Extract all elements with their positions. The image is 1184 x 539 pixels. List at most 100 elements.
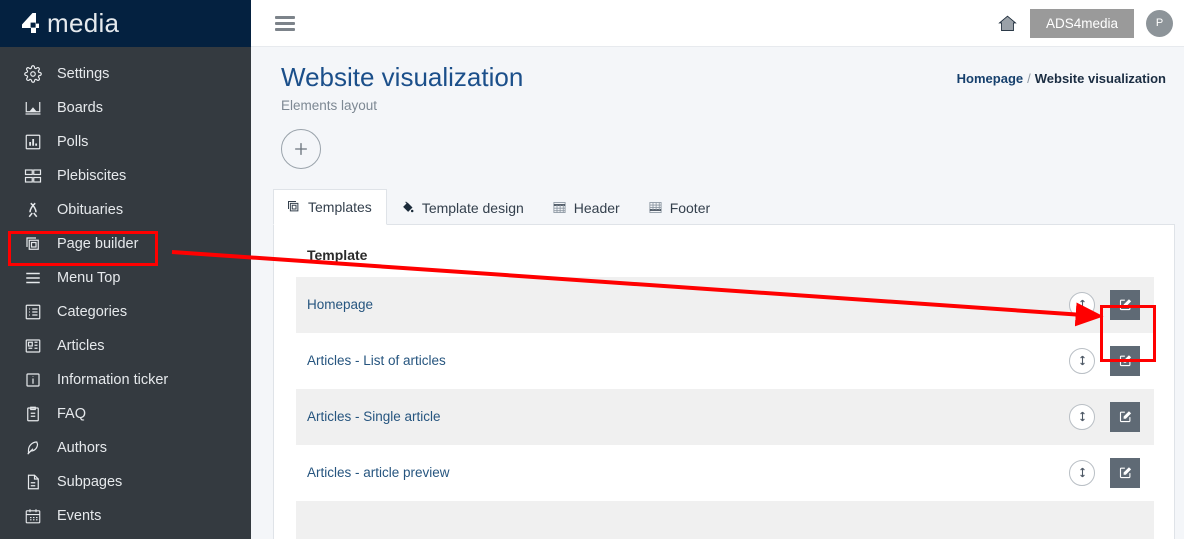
sidebar-item-events[interactable]: Events [0,499,251,533]
feather-icon [22,437,44,459]
sidebar-item-label: FAQ [57,405,87,422]
sidebar-item-label: Boards [57,99,103,116]
tab-label: Header [573,199,620,216]
newspaper-icon [22,335,44,357]
sidebar-item-page-builder[interactable]: Page builder [0,227,251,261]
tab-label: Template design [421,199,524,216]
move-vertical-icon[interactable] [1069,347,1095,374]
ribbon-icon [22,199,44,221]
move-vertical-icon[interactable] [1069,459,1095,486]
footer-grid-icon [648,200,663,215]
sidebar-item-subpages[interactable]: Subpages [0,465,251,499]
main-content: ADS4media P Website visualization Elemen… [251,0,1184,539]
breadcrumb-current: Website visualization [1034,71,1166,86]
file-text-icon [22,471,44,493]
brand-name: media [47,8,120,38]
template-name[interactable]: Articles - List of articles [307,353,446,368]
template-name[interactable]: Articles - Single article [307,409,441,424]
row-actions [1069,289,1148,320]
board-icon [22,97,44,119]
info-square-icon [22,369,44,391]
sidebar-item-label: Obituaries [57,201,124,218]
move-vertical-icon[interactable] [1069,291,1095,318]
row-actions [1069,345,1148,376]
gear-icon [22,63,44,85]
page-subtitle: Elements layout [281,97,378,113]
sidebar-item-articles[interactable]: Articles [0,329,251,363]
sidebar-item-label: Articles [57,337,105,354]
sidebar-item-plebiscites[interactable]: Plebiscites [0,159,251,193]
layout-rows-icon [22,165,44,187]
tab-templates[interactable]: Templates [273,188,387,225]
edit-pencil-icon[interactable] [1110,457,1140,488]
app-root: media Settings Boards Polls Plebiscites … [0,0,1184,539]
templates-icon [286,199,301,214]
table-row[interactable]: Articles - List of articles [296,332,1154,389]
page-title-block: Website visualization Elements layout [281,61,523,113]
breadcrumb-home-link[interactable]: Homepage [957,71,1023,86]
table-column-header: Template [307,246,368,263]
tab-footer[interactable]: Footer [635,190,725,225]
home-icon[interactable] [997,13,1018,34]
organization-button[interactable]: ADS4media [1029,8,1134,38]
sidebar-item-label: Categories [57,303,128,320]
content-right-gutter [1176,47,1184,539]
move-vertical-icon[interactable] [1069,403,1095,430]
clipboard-icon [22,403,44,425]
page-title: Website visualization [281,62,524,92]
table-row[interactable]: Articles - Single article [296,388,1154,445]
add-button-wrap [251,113,1184,169]
template-name[interactable]: Homepage [307,297,373,312]
edit-pencil-icon[interactable] [1110,289,1140,320]
row-actions [1069,457,1148,488]
topbar-right: ADS4media P [997,8,1173,38]
edit-pencil-icon[interactable] [1110,401,1140,432]
tabs: Templates Template design Header Footer [273,188,1184,225]
template-name[interactable]: Articles - article preview [307,465,450,480]
edit-pencil-icon[interactable] [1110,345,1140,376]
sidebar-item-categories[interactable]: Categories [0,295,251,329]
hamburger-icon[interactable] [275,13,295,34]
plus-icon [291,139,311,159]
add-template-button[interactable] [281,128,321,169]
paint-bucket-icon [400,200,415,215]
calendar-icon [22,505,44,527]
page-header: Website visualization Elements layout Ho… [251,47,1184,113]
chart-bar-icon [22,131,44,153]
sidebar-item-authors[interactable]: Authors [0,431,251,465]
tab-header[interactable]: Header [539,190,635,225]
breadcrumb-separator: / [1027,71,1031,86]
brand-logo[interactable]: media [0,0,251,47]
sidebar-item-information-ticker[interactable]: Information ticker [0,363,251,397]
list-icon [22,301,44,323]
sidebar-item-label: Polls [57,133,89,150]
sidebar-item-label: Events [57,507,102,524]
sidebar-item-polls[interactable]: Polls [0,125,251,159]
sidebar-item-label: Settings [57,65,110,82]
sidebar-item-label: Menu Top [57,269,121,286]
copy-layers-icon [22,233,44,255]
header-grid-icon [552,200,567,215]
sidebar-nav: Settings Boards Polls Plebiscites Obitua… [0,47,251,533]
sidebar-item-label: Information ticker [57,371,169,388]
tab-label: Footer [669,199,711,216]
table-row[interactable] [296,500,1154,539]
sidebar-item-label: Authors [57,439,107,456]
sidebar-item-boards[interactable]: Boards [0,91,251,125]
table-row[interactable]: Homepage [296,276,1154,333]
avatar[interactable]: P [1146,9,1173,37]
sidebar-item-settings[interactable]: Settings [0,57,251,91]
sidebar-item-faq[interactable]: FAQ [0,397,251,431]
table-row[interactable]: Articles - article preview [296,444,1154,501]
sidebar-item-menu-top[interactable]: Menu Top [0,261,251,295]
tab-template-design[interactable]: Template design [387,190,539,225]
breadcrumb: Homepage / Website visualization [957,61,1174,86]
logo-4-mark-icon [18,11,44,37]
tab-label: Templates [308,198,372,215]
sidebar: media Settings Boards Polls Plebiscites … [0,0,251,539]
menu-lines-icon [22,267,44,289]
sidebar-item-label: Subpages [57,473,123,490]
row-actions [1069,401,1148,432]
sidebar-item-obituaries[interactable]: Obituaries [0,193,251,227]
topbar: ADS4media P [251,0,1184,47]
